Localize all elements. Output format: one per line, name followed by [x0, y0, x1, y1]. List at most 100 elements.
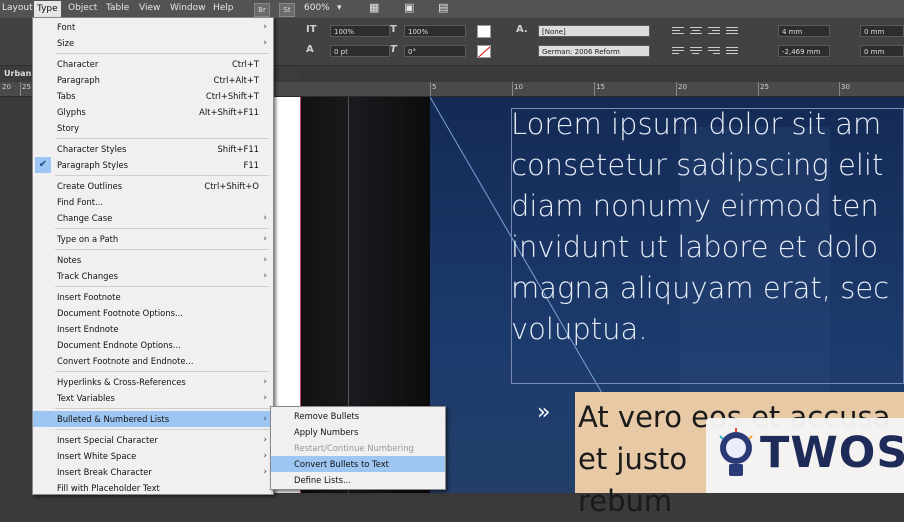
first-line-indent-field[interactable]: -2,469 mm [778, 45, 830, 57]
menu-separator [55, 138, 269, 139]
type-menu-item-paragraph-styles[interactable]: ✔ Paragraph Styles F11 [33, 157, 273, 173]
type-menu-item-create-outlines[interactable]: Create Outlines Ctrl+Shift+O [33, 178, 273, 194]
menu-view[interactable]: View [139, 3, 160, 13]
type-menu-item-document-footnote-options[interactable]: Document Footnote Options... [33, 305, 273, 321]
menu-item-label: Insert White Space [57, 451, 137, 461]
menu-separator [55, 228, 269, 229]
menu-item-label: Paragraph Styles [57, 160, 128, 170]
justify-all-icon[interactable] [726, 47, 738, 57]
submenu-item-define-lists[interactable]: Define Lists... [271, 472, 445, 488]
submenu-item-remove-bullets[interactable]: Remove Bullets [271, 408, 445, 424]
menu-item-label: Fill with Placeholder Text [57, 483, 160, 493]
skew-field[interactable]: 0° [404, 45, 466, 57]
menu-item-label: Document Footnote Options... [57, 308, 183, 318]
type-menu-item-tabs[interactable]: Tabs Ctrl+Shift+T [33, 88, 273, 104]
tracking-field[interactable]: 0 pt [330, 45, 390, 57]
body-text[interactable]: Lorem ipsum dolor sit am consetetur sadi… [511, 104, 904, 350]
align-center-icon[interactable] [690, 27, 702, 37]
scale-icon: T [390, 24, 397, 35]
type-menu-item-notes[interactable]: Notes › [33, 252, 273, 268]
menu-item-label: Document Endnote Options... [57, 340, 181, 350]
type-menu-item-insert-footnote[interactable]: Insert Footnote [33, 289, 273, 305]
tracking-icon: A [306, 44, 314, 55]
chevron-right-icon: › [263, 38, 267, 48]
type-menu-item-bulleted-numbered-lists[interactable]: Bulleted & Numbered Lists › [33, 411, 273, 427]
character-style-select[interactable]: [None] [538, 25, 650, 37]
type-menu-item-fill-with-placeholder-text[interactable]: Fill with Placeholder Text [33, 480, 273, 496]
ruler-label: 25 [22, 83, 31, 91]
type-menu-item-track-changes[interactable]: Track Changes › [33, 268, 273, 284]
type-menu-item-glyphs[interactable]: Glyphs Alt+Shift+F11 [33, 104, 273, 120]
type-menu-item-hyperlinks-cross-references[interactable]: Hyperlinks & Cross-References › [33, 374, 273, 390]
menu-separator [55, 53, 269, 54]
justify-right-icon[interactable] [708, 47, 720, 57]
screen-mode-icon[interactable]: ▣ [404, 1, 414, 14]
stock-button[interactable]: St [279, 3, 295, 17]
menu-type[interactable]: Type [34, 1, 61, 17]
type-menu-item-character[interactable]: Character Ctrl+T [33, 56, 273, 72]
menu-separator [55, 408, 269, 409]
menu-item-label: Font [57, 22, 76, 32]
align-left-icon[interactable] [672, 27, 684, 37]
type-menu-item-insert-special-character[interactable]: Insert Special Character › [33, 432, 273, 448]
submenu-item-convert-bullets-to-text[interactable]: Convert Bullets to Text [271, 456, 445, 472]
ruler-label: 20 [2, 83, 11, 91]
menu-item-label: Paragraph [57, 75, 100, 85]
menu-item-label: Size [57, 38, 75, 48]
type-menu-item-font[interactable]: Font › [33, 19, 273, 35]
leading-icon: IT [306, 24, 317, 35]
ruler-label: 15 [596, 83, 605, 91]
zoom-level[interactable]: 600% [304, 3, 330, 13]
language-select[interactable]: German: 2006 Reform [538, 45, 650, 57]
menu-item-label: Remove Bullets [294, 411, 360, 421]
menu-help[interactable]: Help [213, 3, 234, 13]
type-menu-item-insert-break-character[interactable]: Insert Break Character › [33, 464, 273, 480]
submenu-item-restart-continue-numbering: Restart/Continue Numbering [271, 440, 445, 456]
type-menu-item-story[interactable]: Story [33, 120, 273, 136]
submenu-item-apply-numbers[interactable]: Apply Numbers [271, 424, 445, 440]
left-indent-field[interactable]: 4 mm [778, 25, 830, 37]
menu-layout[interactable]: Layout [2, 3, 33, 13]
menu-table[interactable]: Table [106, 3, 129, 13]
type-menu-item-insert-white-space[interactable]: Insert White Space › [33, 448, 273, 464]
type-menu-item-size[interactable]: Size › [33, 35, 273, 51]
justify-left-icon[interactable] [672, 47, 684, 57]
stroke-swatch[interactable] [477, 45, 491, 58]
ruler-label: 10 [514, 83, 523, 91]
menu-item-label: Restart/Continue Numbering [294, 443, 414, 453]
right-indent-field[interactable]: 0 mm [860, 25, 904, 37]
type-menu-item-change-case[interactable]: Change Case › [33, 210, 273, 226]
lightbulb-icon [719, 428, 753, 476]
type-menu-item-find-font[interactable]: Find Font... [33, 194, 273, 210]
scale-field[interactable]: 100% [404, 25, 466, 37]
type-menu-item-insert-endnote[interactable]: Insert Endnote [33, 321, 273, 337]
type-menu-item-document-endnote-options[interactable]: Document Endnote Options... [33, 337, 273, 353]
menu-item-label: Convert Bullets to Text [294, 459, 389, 469]
menu-object[interactable]: Object [68, 3, 97, 13]
type-menu-item-character-styles[interactable]: Character Styles Shift+F11 [33, 141, 273, 157]
view-options-icon[interactable]: ▦ [369, 1, 379, 14]
type-menu-item-text-variables[interactable]: Text Variables › [33, 390, 273, 406]
ruler-tick [512, 82, 513, 96]
space-after-field[interactable]: 0 mm [860, 45, 904, 57]
justify-center-icon[interactable] [690, 47, 702, 57]
leading-field[interactable]: 100% [330, 25, 390, 37]
menu-item-shortcut: Ctrl+Shift+O [204, 181, 259, 191]
arrange-icon[interactable]: ▤ [438, 1, 448, 14]
menu-item-label: Character Styles [57, 144, 127, 154]
type-menu-item-paragraph[interactable]: Paragraph Ctrl+Alt+T [33, 72, 273, 88]
menu-separator [55, 286, 269, 287]
chevron-down-icon[interactable]: ▾ [337, 3, 342, 13]
menu-separator [55, 371, 269, 372]
fill-swatch[interactable] [477, 25, 491, 38]
chevron-right-icon: › [263, 377, 267, 387]
menu-window[interactable]: Window [170, 3, 206, 13]
align-towards-spine-icon[interactable] [726, 27, 738, 37]
menu-separator [55, 249, 269, 250]
type-menu-item-type-on-a-path[interactable]: Type on a Path › [33, 231, 273, 247]
align-right-icon[interactable] [708, 27, 720, 37]
type-menu-item-convert-footnote-and-endnote[interactable]: Convert Footnote and Endnote... [33, 353, 273, 369]
chevron-right-icon: › [263, 271, 267, 281]
bridge-button[interactable]: Br [254, 3, 270, 17]
menu-separator [55, 175, 269, 176]
